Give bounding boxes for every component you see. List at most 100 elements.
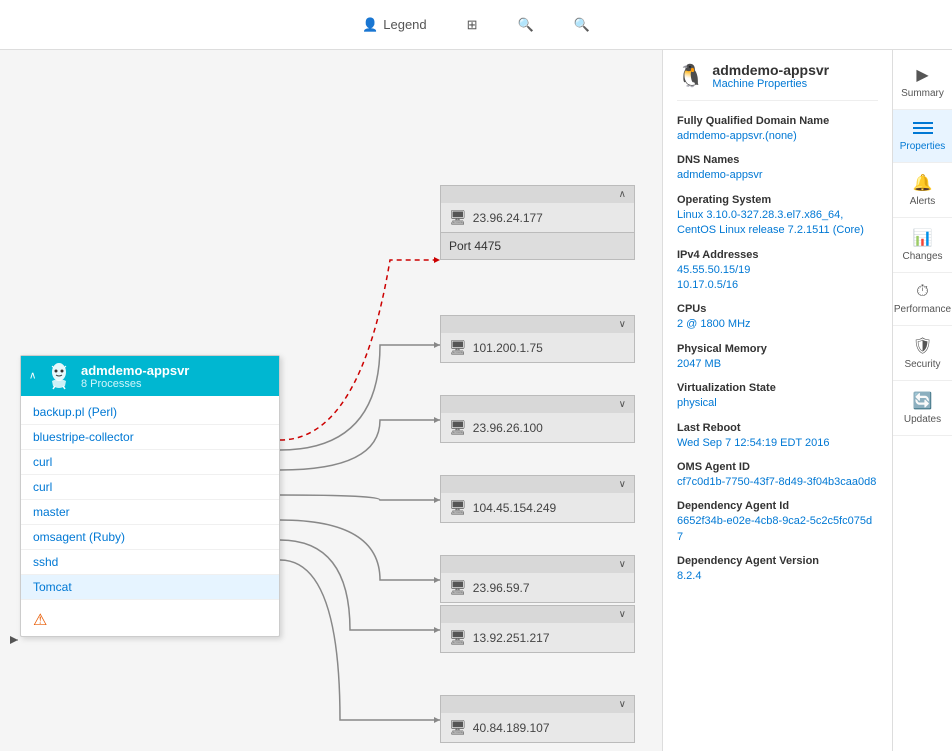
process-name: master — [33, 505, 70, 519]
process-row[interactable]: master — [21, 500, 279, 525]
collapse-icon-2: ∨ — [619, 319, 626, 330]
node-collapse-4[interactable]: ∨ — [440, 475, 635, 493]
monitor-icon-1: 🖥 — [449, 209, 467, 226]
nav-updates-label: Updates — [904, 414, 941, 425]
remote-node-5: ∨ 🖥 23.96.59.7 — [440, 555, 635, 603]
process-row[interactable]: curl — [21, 450, 279, 475]
process-row[interactable]: sshd — [21, 550, 279, 575]
panel-header: 🐧 admdemo-appsvr Machine Properties — [677, 62, 878, 101]
collapse-button[interactable]: ∧ — [29, 371, 36, 382]
dep-agent-id-section: Dependency Agent Id 6652f34b-e02e-4cb8-9… — [677, 500, 878, 545]
machine-card-body: backup.pl (Perl) bluestripe-collector cu… — [21, 396, 279, 604]
ipv4-section: IPv4 Addresses 45.55.50.15/19 10.17.0.5/… — [677, 249, 878, 294]
node-ip-1: 23.96.24.177 — [473, 211, 543, 225]
node-ip-4: 104.45.154.249 — [473, 501, 556, 515]
process-row[interactable]: curl — [21, 475, 279, 500]
nav-security-label: Security — [904, 359, 940, 370]
collapse-icon-1: ∧ — [619, 189, 626, 200]
process-name: omsagent (Ruby) — [33, 530, 125, 544]
machine-card: ∧ admdemo-appsvr 8 Processes — [20, 355, 280, 637]
monitor-icon-7: 🖥 — [449, 719, 467, 736]
node-ip-6: 13.92.251.217 — [473, 631, 550, 645]
updates-icon: 🔄 — [913, 391, 933, 411]
remote-node-1: ∧ 🖥 23.96.24.177 Port 4475 — [440, 185, 635, 260]
node-collapse-6[interactable]: ∨ — [440, 605, 635, 623]
process-row[interactable]: bluestripe-collector — [21, 425, 279, 450]
nav-alerts-label: Alerts — [910, 196, 936, 207]
fqdn-label: Fully Qualified Domain Name — [677, 115, 878, 127]
grid-button[interactable]: ⊞ — [457, 12, 488, 38]
dns-section: DNS Names admdemo-appsvr — [677, 154, 878, 183]
main-area: ∧ admdemo-appsvr 8 Processes — [0, 50, 952, 751]
nav-performance-button[interactable]: ⏱ Performance — [893, 273, 952, 326]
process-name: bluestripe-collector — [33, 430, 134, 444]
zoom-in-button[interactable]: 🔍 — [564, 12, 600, 38]
properties-panel: 🐧 admdemo-appsvr Machine Properties Full… — [662, 50, 892, 751]
nav-security-button[interactable]: 🛡 Security — [893, 326, 952, 381]
remote-node-2: ∨ 🖥 101.200.1.75 — [440, 315, 635, 363]
node-collapse-3[interactable]: ∨ — [440, 395, 635, 413]
zoom-out-button[interactable]: 🔍 — [508, 12, 544, 38]
node-ip-7: 40.84.189.107 — [473, 721, 550, 735]
nav-alerts-button[interactable]: 🔔 Alerts — [893, 163, 952, 218]
collapse-icon-6: ∨ — [619, 609, 626, 620]
collapse-icon-3: ∨ — [619, 399, 626, 410]
nav-changes-label: Changes — [902, 251, 942, 262]
top-toolbar: 👤 Legend ⊞ 🔍 🔍 — [0, 0, 952, 50]
oms-id-value: cf7c0d1b-7750-43f7-8d49-3f04b3caa0d8 — [677, 475, 878, 490]
legend-button[interactable]: 👤 Legend — [352, 12, 437, 38]
nav-properties-label: Properties — [900, 141, 946, 152]
dep-agent-id-value: 6652f34b-e02e-4cb8-9ca2-5c2c5fc075d7 — [677, 514, 878, 545]
node-collapse-7[interactable]: ∨ — [440, 695, 635, 713]
node-ip-5: 23.96.59.7 — [473, 581, 530, 595]
performance-icon: ⏱ — [916, 283, 928, 301]
nav-summary-button[interactable]: ▶ Summary — [893, 55, 952, 110]
process-row[interactable]: backup.pl (Perl) — [21, 400, 279, 425]
port-node-1: Port 4475 — [440, 233, 635, 260]
dep-agent-ver-section: Dependency Agent Version 8.2.4 — [677, 555, 878, 584]
dns-value: admdemo-appsvr — [677, 168, 878, 183]
nav-updates-button[interactable]: 🔄 Updates — [893, 381, 952, 436]
process-name: curl — [33, 455, 52, 469]
properties-icon — [912, 120, 934, 138]
node-collapse-5[interactable]: ∨ — [440, 555, 635, 573]
fqdn-section: Fully Qualified Domain Name admdemo-apps… — [677, 115, 878, 144]
dns-label: DNS Names — [677, 154, 878, 166]
node-collapse-2[interactable]: ∨ — [440, 315, 635, 333]
monitor-icon-6: 🖥 — [449, 629, 467, 646]
process-row[interactable]: Tomcat — [21, 575, 279, 600]
ipv4-value: 45.55.50.15/19 10.17.0.5/16 — [677, 263, 878, 294]
process-name: curl — [33, 480, 52, 494]
remote-node-4: ∨ 🖥 104.45.154.249 — [440, 475, 635, 523]
process-name: Tomcat — [33, 580, 72, 594]
nav-summary-label: Summary — [901, 88, 944, 99]
machine-name: admdemo-appsvr — [81, 363, 189, 378]
process-row[interactable]: omsagent (Ruby) — [21, 525, 279, 550]
remote-node-6: ∨ 🖥 13.92.251.217 — [440, 605, 635, 653]
monitor-icon-2: 🖥 — [449, 339, 467, 356]
process-name: sshd — [33, 555, 58, 569]
node-body-5: 🖥 23.96.59.7 — [440, 573, 635, 603]
remote-node-3: ∨ 🖥 23.96.26.100 — [440, 395, 635, 443]
node-ip-3: 23.96.26.100 — [473, 421, 543, 435]
monitor-icon-4: 🖥 — [449, 499, 467, 516]
oms-id-section: OMS Agent ID cf7c0d1b-7750-43f7-8d49-3f0… — [677, 461, 878, 490]
panel-machine-name: admdemo-appsvr — [712, 62, 829, 78]
nav-performance-label: Performance — [894, 304, 951, 315]
map-area[interactable]: ∧ admdemo-appsvr 8 Processes — [0, 50, 662, 751]
reboot-label: Last Reboot — [677, 422, 878, 434]
process-name: backup.pl (Perl) — [33, 405, 117, 419]
changes-icon: 📊 — [913, 228, 933, 248]
collapse-icon-7: ∨ — [619, 699, 626, 710]
collapse-icon-5: ∨ — [619, 559, 626, 570]
node-body-6: 🖥 13.92.251.217 — [440, 623, 635, 653]
remote-node-7: ∨ 🖥 40.84.189.107 — [440, 695, 635, 743]
reboot-section: Last Reboot Wed Sep 7 12:54:19 EDT 2016 — [677, 422, 878, 451]
node-body-1: 🖥 23.96.24.177 — [440, 203, 635, 233]
memory-label: Physical Memory — [677, 343, 878, 355]
node-collapse-1[interactable]: ∧ — [440, 185, 635, 203]
oms-id-label: OMS Agent ID — [677, 461, 878, 473]
nav-changes-button[interactable]: 📊 Changes — [893, 218, 952, 273]
nav-properties-button[interactable]: Properties — [893, 110, 952, 163]
legend-label: Legend — [383, 17, 426, 32]
